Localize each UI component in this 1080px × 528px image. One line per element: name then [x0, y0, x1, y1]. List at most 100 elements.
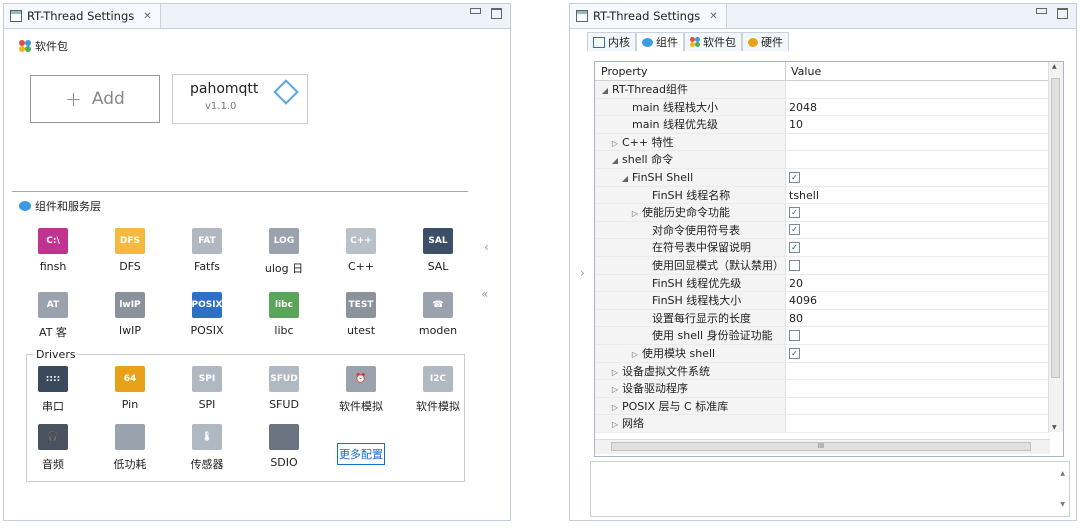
component-9[interactable]: libc libc [249, 292, 319, 337]
value-checkbox[interactable]: ✓ [789, 171, 800, 183]
scroll-left-icon[interactable]: ‹ [484, 240, 489, 254]
property-row[interactable]: 使用 shell 身份验证功能 [595, 327, 1050, 345]
property-value-cell[interactable] [785, 397, 1050, 416]
property-value-cell[interactable] [785, 133, 1050, 152]
tab-kernel[interactable]: 内核 [587, 32, 636, 51]
expand-toggle-icon[interactable]: ▷ [611, 381, 619, 397]
component-9[interactable]: SDIO [249, 424, 319, 469]
close-tab-icon[interactable]: ✕ [709, 11, 717, 22]
tab-packages[interactable]: 软件包 [684, 32, 742, 51]
component-2[interactable]: FAT Fatfs [172, 228, 242, 273]
property-value-cell[interactable] [785, 380, 1050, 398]
component-11[interactable]: ☎ moden [403, 292, 473, 337]
property-value-cell[interactable]: ✓ [785, 221, 1050, 240]
component-1[interactable]: 64 Pin [95, 366, 165, 411]
component-2[interactable]: SPI SPI [172, 366, 242, 411]
property-value-cell[interactable]: tshell [785, 186, 1050, 205]
property-row[interactable]: ◢ FinSH Shell ✓ [595, 169, 1050, 187]
property-row[interactable]: main 线程栈大小 2048 [595, 98, 1050, 117]
property-row[interactable]: ▷ 使能历史命令功能 ✓ [595, 204, 1050, 222]
property-value-cell[interactable]: 80 [785, 309, 1050, 328]
description-scroll-up-icon[interactable]: ▲ [1060, 470, 1065, 477]
add-package-button[interactable]: + Add [30, 75, 160, 123]
property-row[interactable]: ▷ 设备虚拟文件系统 [595, 362, 1050, 381]
expand-toggle-icon[interactable]: ◢ [621, 170, 629, 186]
expand-toggle-icon[interactable]: ◢ [601, 82, 609, 98]
component-0[interactable]: C:\ finsh [18, 228, 88, 273]
component-3[interactable]: LOG ulog 日 [249, 228, 319, 276]
component-8[interactable]: POSIX POSIX [172, 292, 242, 337]
description-scroll-down-icon[interactable]: ▼ [1060, 501, 1065, 508]
right-settings-tab[interactable]: RT-Thread Settings ✕ [570, 4, 727, 28]
package-card-pahomqtt[interactable]: pahomqtt v1.1.0 [172, 74, 308, 124]
vertical-scrollbar[interactable]: ▲ ▼ [1048, 62, 1063, 432]
expand-toggle-icon[interactable]: ▷ [611, 416, 619, 432]
expand-toggle-icon[interactable]: ▷ [611, 135, 619, 151]
expand-toggle-icon[interactable]: ▷ [611, 399, 619, 415]
component-5[interactable]: I2C 软件模拟 [403, 366, 473, 414]
scroll-down-icon[interactable]: ▼ [1052, 424, 1057, 431]
property-value-cell[interactable]: 20 [785, 274, 1050, 293]
value-checkbox[interactable] [789, 329, 800, 341]
vertical-scroll-thumb[interactable] [1051, 78, 1060, 378]
component-5[interactable]: SAL SAL [403, 228, 473, 273]
more-config-button[interactable]: 更多配置 [337, 443, 385, 465]
property-row[interactable]: 对命令使用符号表 ✓ [595, 221, 1050, 240]
value-checkbox[interactable] [789, 259, 800, 271]
minimize-icon[interactable] [470, 8, 481, 14]
property-column-header[interactable]: Property [601, 65, 648, 78]
expand-toggle-icon[interactable]: ▷ [631, 346, 639, 362]
property-row[interactable]: ▷ 网络 [595, 415, 1050, 433]
property-row[interactable]: ▷ 使用模块 shell ✓ [595, 345, 1050, 363]
close-tab-icon[interactable]: ✕ [143, 11, 151, 22]
collapse-icon[interactable]: « [481, 287, 488, 301]
value-checkbox[interactable]: ✓ [789, 206, 800, 218]
property-value-cell[interactable]: ✓ [785, 239, 1050, 257]
value-checkbox[interactable]: ✓ [789, 347, 800, 359]
component-0[interactable]: :::: 串口 [18, 366, 88, 414]
property-value-cell[interactable]: 4096 [785, 292, 1050, 310]
expand-toggle-icon[interactable]: ◢ [611, 152, 619, 168]
component-7[interactable]: 低功耗 [95, 424, 165, 472]
component-6[interactable]: AT AT 客 [18, 292, 88, 340]
maximize-icon[interactable] [491, 8, 502, 19]
expand-toggle-icon[interactable]: ▷ [611, 364, 619, 380]
property-value-cell[interactable]: ✓ [785, 204, 1050, 222]
property-value-cell[interactable]: 10 [785, 116, 1050, 134]
horizontal-scroll-thumb[interactable]: III [611, 442, 1031, 451]
property-row[interactable]: FinSH 线程优先级 20 [595, 274, 1050, 293]
value-column-header[interactable]: Value [791, 65, 821, 78]
component-6[interactable]: 🎧 音频 [18, 424, 88, 472]
tab-components[interactable]: 组件 [636, 32, 684, 51]
side-expand-icon[interactable]: › [580, 266, 585, 280]
component-10[interactable]: TEST utest [326, 292, 396, 337]
property-value-cell[interactable]: ✓ [785, 345, 1050, 363]
property-value-cell[interactable] [785, 327, 1050, 345]
component-1[interactable]: DFS DFS [95, 228, 165, 273]
property-value-cell[interactable] [785, 362, 1050, 381]
component-4[interactable]: ⏰ 软件模拟 [326, 366, 396, 414]
component-7[interactable]: lwIP lwIP [95, 292, 165, 337]
property-row[interactable]: FinSH 线程栈大小 4096 [595, 292, 1050, 310]
property-row[interactable]: main 线程优先级 10 [595, 116, 1050, 134]
property-value-cell[interactable] [785, 151, 1050, 169]
property-value-cell[interactable] [785, 415, 1050, 433]
property-row[interactable]: 在符号表中保留说明 ✓ [595, 239, 1050, 257]
property-row[interactable]: ▷ POSIX 层与 C 标准库 [595, 397, 1050, 416]
minimize-icon[interactable] [1036, 8, 1047, 14]
expand-toggle-icon[interactable]: ▷ [631, 205, 639, 221]
tab-hardware[interactable]: 硬件 [742, 32, 789, 51]
property-row[interactable]: ◢ shell 命令 [595, 151, 1050, 169]
property-row[interactable]: 设置每行显示的长度 80 [595, 309, 1050, 328]
property-row[interactable]: ◢ RT-Thread组件 [595, 81, 1050, 99]
property-value-cell[interactable]: ✓ [785, 169, 1050, 187]
left-settings-tab[interactable]: RT-Thread Settings ✕ [4, 4, 161, 28]
value-checkbox[interactable]: ✓ [789, 241, 800, 253]
property-value-cell[interactable]: 2048 [785, 98, 1050, 117]
property-value-cell[interactable] [785, 81, 1050, 99]
property-value-cell[interactable] [785, 257, 1050, 275]
scroll-up-icon[interactable]: ▲ [1052, 63, 1057, 70]
property-row[interactable]: ▷ 设备驱动程序 [595, 380, 1050, 398]
property-row[interactable]: FinSH 线程名称 tshell [595, 186, 1050, 205]
component-8[interactable]: 🌡 传感器 [172, 424, 242, 472]
